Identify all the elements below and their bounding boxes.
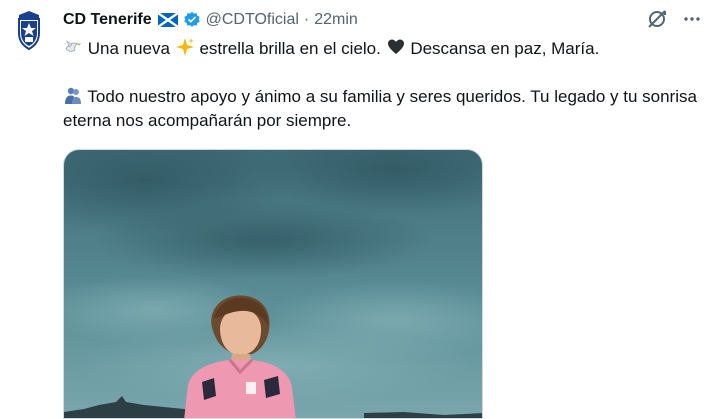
author-name[interactable]: CD Tenerife <box>63 11 152 29</box>
tweet-actions <box>646 8 702 30</box>
photo-child-in-pink-jersey <box>64 150 482 418</box>
separator-dot: · <box>303 11 310 28</box>
tweet-text-part1: Una nueva <box>87 39 170 58</box>
more-icon[interactable] <box>682 9 702 29</box>
black-heart-emoji-icon <box>387 39 404 54</box>
tweet-photo[interactable] <box>63 149 483 419</box>
sparkles-emoji-icon <box>175 38 194 56</box>
avatar[interactable] <box>8 9 50 51</box>
tweet-header: CD Tenerife @CDTOficial · 22min <box>63 9 358 31</box>
tweet-text: Una nueva estrella brilla en el cielo. D… <box>63 37 703 133</box>
tweet-text-part2: estrella brilla en el cielo. <box>199 39 381 58</box>
grok-icon[interactable] <box>646 8 668 30</box>
verified-badge-icon[interactable] <box>183 11 201 29</box>
tweet-time[interactable]: 22min <box>314 11 358 29</box>
dove-emoji-icon <box>65 40 81 52</box>
tweet-text-line2: Todo nuestro apoyo y ánimo a su familia … <box>63 87 697 130</box>
author-handle[interactable]: @CDTOficial <box>206 11 299 29</box>
cd-tenerife-crest-icon <box>18 11 40 51</box>
scotland-flag-icon <box>157 13 178 27</box>
people-hugging-emoji-icon <box>65 87 81 104</box>
tweet-line-1: Una nueva estrella brilla en el cielo. D… <box>63 37 703 61</box>
tweet-line-2: Todo nuestro apoyo y ánimo a su familia … <box>63 85 703 133</box>
tweet-text-part3: Descansa en paz, María. <box>410 39 600 58</box>
